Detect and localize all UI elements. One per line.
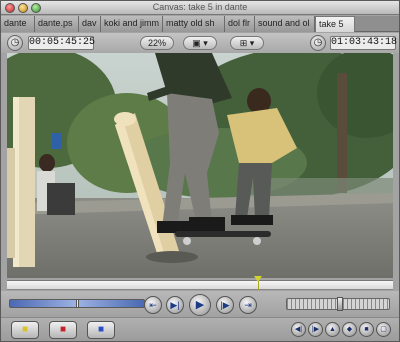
tab-dol-flr[interactable]: dol flr [225,16,255,32]
edit-controls: ■ ■ ■ ◀| |▶ ▲ ◆ ■ ▢ [1,317,399,341]
tab-dante-ps[interactable]: dante.ps [35,16,79,32]
add-keyframe-button[interactable]: ◆ [342,322,357,337]
duration-timecode[interactable]: 00:05:45:25 [28,36,95,50]
jog-control[interactable] [286,297,390,311]
tab-sound-and-ol[interactable]: sound and ol [255,16,315,32]
mark-out-button[interactable]: |▶ [308,322,323,337]
overwrite-edit-button[interactable]: ■ [49,321,77,339]
canvas-window: Canvas: take 5 in dante dante dante.ps d… [0,0,400,342]
playhead-line [258,281,259,290]
tab-dav[interactable]: dav [79,16,101,32]
add-marker-button[interactable]: ▲ [325,322,340,337]
title-bar[interactable]: Canvas: take 5 in dante [1,1,399,15]
previous-edit-button[interactable]: ⇤ [144,296,162,314]
play-button[interactable]: ▶ [189,294,211,316]
view-options-popup[interactable]: ▣ ▾ [183,36,217,50]
current-timecode[interactable]: 01:03:43:18 [330,36,397,50]
window-title: Canvas: take 5 in dante [152,2,248,12]
next-edit-button[interactable]: ⇥ [239,296,257,314]
insert-edit-button[interactable]: ■ [11,321,39,339]
transport-controls: ⇤ ▶| ▶ |▶ ⇥ [1,291,399,317]
tab-take-5[interactable]: take 5 [315,16,355,32]
match-frame-button[interactable]: ■ [359,322,374,337]
jog-knob[interactable] [337,297,343,311]
replace-edit-button[interactable]: ■ [87,321,115,339]
duration-clock-icon: ◷ [7,35,23,51]
tab-koki-and-jimm[interactable]: koki and jimm [101,16,163,32]
shuttle-knob[interactable] [76,299,79,308]
skateboard-scene-image [7,53,393,278]
timeline-scrubber[interactable] [7,276,393,290]
zoom-popup[interactable]: 22% [140,36,174,50]
video-frame[interactable] [7,53,393,278]
play-around-button[interactable]: |▶ [216,296,234,314]
mark-clip-button[interactable]: ▢ [376,322,391,337]
overlay-popup[interactable]: ⊞ ▾ [230,36,264,50]
tab-dante[interactable]: dante [1,16,35,32]
current-time-clock-icon: ◷ [310,35,326,51]
mark-in-button[interactable]: ◀| [291,322,306,337]
tab-matty-old-sh[interactable]: matty old sh [163,16,225,32]
sequence-tabs: dante dante.ps dav koki and jimm matty o… [1,16,399,32]
shuttle-slider[interactable] [9,299,145,308]
canvas-toolbar: ◷ 00:05:45:25 22% ▣ ▾ ⊞ ▾ ◷ 01:03:43:18 [1,33,399,53]
play-in-to-out-button[interactable]: ▶| [166,296,184,314]
